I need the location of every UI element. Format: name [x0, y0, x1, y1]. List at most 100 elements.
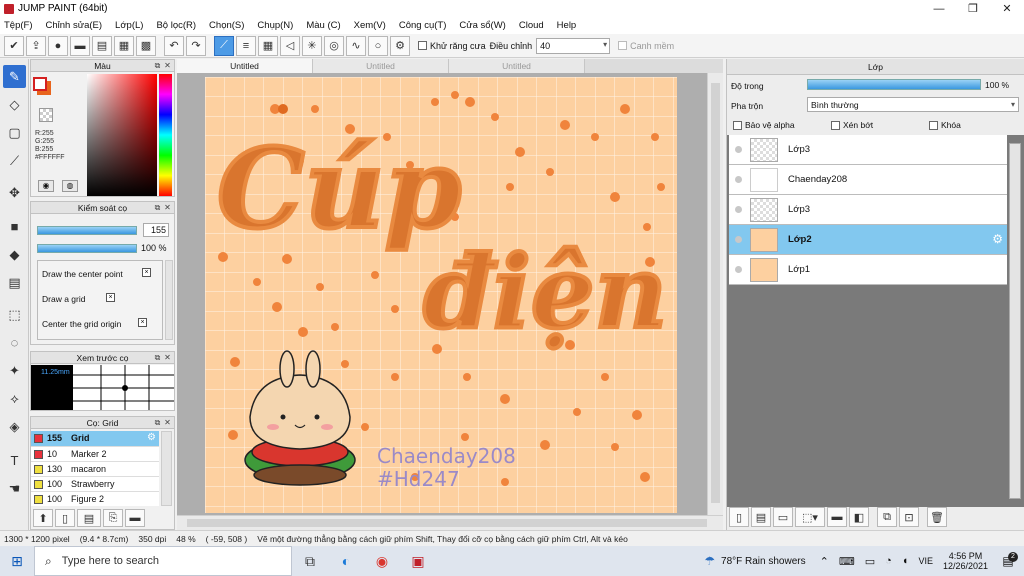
- task-view-icon[interactable]: ⧉: [292, 546, 328, 576]
- menu-file[interactable]: Tệp(F): [4, 20, 33, 31]
- panel-close-icon[interactable]: ✕: [163, 203, 172, 212]
- panel-pin-icon[interactable]: ⧉: [153, 353, 162, 362]
- adjust-input[interactable]: 40 ▾: [536, 37, 611, 54]
- clip-checkbox[interactable]: [831, 120, 840, 130]
- option-grid-origin-checkbox[interactable]: ×: [138, 318, 147, 327]
- close-button[interactable]: ✕: [990, 0, 1024, 17]
- layer-row-selected[interactable]: Lớp2 ⚙: [729, 225, 1007, 255]
- option-center-point-checkbox[interactable]: ×: [142, 268, 151, 277]
- blend-mode-select[interactable]: Bình thường ▾: [807, 97, 1019, 112]
- palette-icon[interactable]: ◉: [38, 180, 54, 192]
- minimize-button[interactable]: —: [922, 0, 956, 17]
- layer-list-scrollbar[interactable]: [1009, 143, 1021, 499]
- panel-pin-icon[interactable]: ⧉: [153, 61, 162, 70]
- brush-list-scrollbar[interactable]: [161, 431, 172, 506]
- menu-select[interactable]: Chọn(S): [209, 20, 244, 31]
- brush-item-strawberry[interactable]: 100 Strawberry: [31, 476, 159, 491]
- brush-size-slider[interactable]: [37, 226, 137, 235]
- marquee-tool-icon[interactable]: ⬚: [3, 303, 26, 326]
- panel-pin-icon[interactable]: ⧉: [153, 418, 162, 427]
- merge-layer-icon[interactable]: ⊡: [899, 507, 919, 527]
- menu-tools[interactable]: Công cụ(T): [399, 20, 447, 31]
- primary-color-swatch[interactable]: [33, 77, 47, 91]
- keyboard-icon[interactable]: ⌨: [839, 555, 855, 568]
- horizontal-scroll-thumb[interactable]: [187, 519, 707, 527]
- windows-start-icon[interactable]: ⊞: [0, 546, 34, 576]
- brush-tool-icon[interactable]: ⟋: [3, 149, 26, 172]
- hue-slider[interactable]: [159, 74, 172, 196]
- notification-icon[interactable]: ▤ 2: [996, 546, 1020, 576]
- layer-opacity-slider[interactable]: [807, 79, 981, 90]
- tray-chevron-icon[interactable]: ⌃: [820, 555, 829, 568]
- hand-tool-icon[interactable]: ☚: [3, 477, 26, 500]
- maximize-button[interactable]: ❐: [956, 0, 990, 17]
- option-draw-grid-checkbox[interactable]: ×: [106, 293, 115, 302]
- saturation-value-picker[interactable]: [87, 74, 157, 196]
- line-ruler-icon[interactable]: ⟋: [214, 35, 234, 56]
- menu-view[interactable]: Xem(V): [354, 20, 386, 31]
- select-eraser-icon[interactable]: ◈: [3, 415, 26, 438]
- new-raster-layer-icon[interactable]: ▤: [751, 507, 771, 527]
- menu-layer[interactable]: Lớp(L): [115, 20, 143, 31]
- speech-icon[interactable]: ●: [48, 35, 68, 56]
- lock-checkbox[interactable]: [929, 120, 938, 130]
- canvas-vertical-scrollbar[interactable]: [707, 73, 723, 515]
- panel-pin-icon[interactable]: ⧉: [153, 203, 162, 212]
- panel-close-icon[interactable]: ✕: [163, 418, 172, 427]
- menu-help[interactable]: Help: [557, 20, 577, 31]
- layer-row[interactable]: Lớp1: [729, 255, 1007, 285]
- snap-checkbox[interactable]: [618, 41, 628, 50]
- document-icon[interactable]: ▤: [92, 35, 112, 56]
- brush-opacity-slider[interactable]: [37, 244, 137, 253]
- layer-mask-icon[interactable]: ◧: [849, 507, 869, 527]
- concentric-icon[interactable]: ◎: [324, 35, 344, 56]
- select-pen-icon[interactable]: ⟡: [3, 387, 26, 410]
- swatch-book-icon[interactable]: ◍: [62, 180, 78, 192]
- network-icon[interactable]: ◔: [885, 555, 892, 567]
- visibility-icon[interactable]: [735, 236, 742, 243]
- panel-close-icon[interactable]: ✕: [163, 61, 172, 70]
- select-rect-icon[interactable]: ▢: [3, 121, 26, 144]
- brush-copy-icon[interactable]: ⎘: [103, 509, 123, 527]
- brush-item-grid[interactable]: 155 Grid ⚙: [31, 431, 159, 446]
- gradient-tool-icon[interactable]: ▤: [3, 271, 26, 294]
- export-icon[interactable]: ⇪: [26, 35, 46, 56]
- antialias-checkbox[interactable]: [418, 41, 427, 50]
- new-layer-icon[interactable]: ▯: [729, 507, 749, 527]
- cloud-check-icon[interactable]: ✔: [4, 35, 24, 56]
- text-tool-icon[interactable]: T: [3, 449, 26, 472]
- drawing-canvas[interactable]: Cúp điện Chaenday208 #Hd247: [205, 77, 677, 513]
- brush-settings-icon[interactable]: ⚙: [147, 432, 156, 443]
- input-language[interactable]: VIE: [918, 556, 933, 566]
- layer-row[interactable]: Lớp3: [729, 135, 1007, 165]
- menu-color[interactable]: Màu (C): [306, 20, 340, 31]
- canvas-horizontal-scrollbar[interactable]: [177, 515, 723, 530]
- comment-icon[interactable]: ▬: [70, 35, 90, 56]
- add-brush-icon[interactable]: ⬆: [33, 509, 53, 527]
- new-brush-icon[interactable]: ▯: [55, 509, 75, 527]
- brush-item-figure[interactable]: 100 Figure 2: [31, 491, 159, 506]
- brush-item-macaron[interactable]: 130 macaron: [31, 461, 159, 476]
- new-1bit-layer-icon[interactable]: ▭: [773, 507, 793, 527]
- protect-alpha-checkbox[interactable]: [733, 120, 742, 130]
- radial-icon[interactable]: ✳: [302, 35, 322, 56]
- brush-menu-icon[interactable]: ▤: [77, 509, 101, 527]
- layer-settings-icon[interactable]: ⚙: [992, 232, 1003, 246]
- menu-cloud[interactable]: Cloud: [519, 20, 544, 31]
- visibility-icon[interactable]: [735, 266, 742, 273]
- layer-folder-icon[interactable]: ▬: [827, 507, 847, 527]
- magic-wand-icon[interactable]: ✦: [3, 359, 26, 382]
- pen-tool-icon[interactable]: ✎: [3, 65, 26, 88]
- perspective-icon[interactable]: ◁: [280, 35, 300, 56]
- layer-menu-icon[interactable]: ⬚▾: [795, 507, 825, 527]
- menu-filter[interactable]: Bộ lọc(R): [156, 20, 196, 31]
- circle-ruler-icon[interactable]: ○: [368, 35, 388, 56]
- display-icon[interactable]: ▭: [865, 555, 875, 568]
- lasso-tool-icon[interactable]: ◌: [3, 331, 26, 354]
- panel-close-icon[interactable]: ✕: [163, 353, 172, 362]
- tab-document-1[interactable]: Untitled: [177, 59, 313, 73]
- undo-icon[interactable]: ↶: [164, 35, 184, 56]
- eraser-tool-icon[interactable]: ◇: [3, 93, 26, 116]
- visibility-icon[interactable]: [735, 176, 742, 183]
- edge-browser-icon[interactable]: ◐: [328, 546, 364, 576]
